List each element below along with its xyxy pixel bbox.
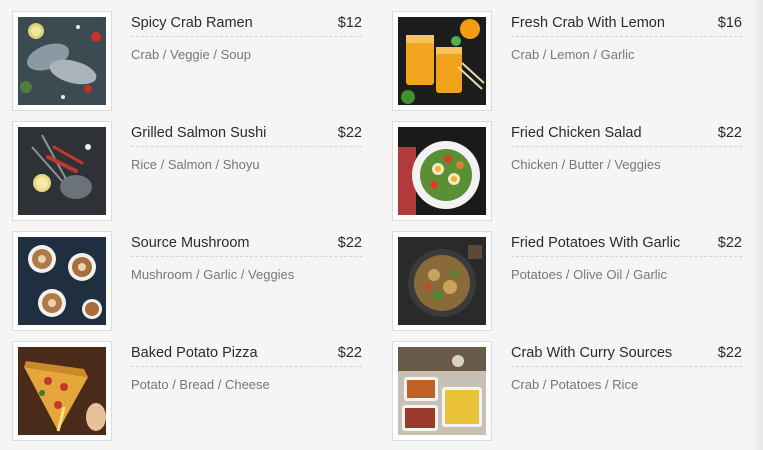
dashed-divider bbox=[511, 256, 742, 257]
dish-price: $22 bbox=[717, 125, 742, 141]
dish-ingredients: Rice / Salmon / Shoyu bbox=[131, 157, 260, 172]
dish-price: $16 bbox=[717, 15, 742, 31]
dish-title[interactable]: Fresh Crab With Lemon bbox=[511, 15, 665, 31]
fresh-crab-with-lemon-image bbox=[398, 17, 486, 105]
crab-with-curry-sources-image bbox=[398, 347, 486, 435]
dish-title[interactable]: Source Mushroom bbox=[131, 235, 249, 251]
menu-item-baked-potato-pizza[interactable]: Baked Potato Pizza $22 Potato / Bread / … bbox=[12, 341, 362, 441]
dashed-divider bbox=[131, 146, 362, 147]
dish-ingredients: Crab / Potatoes / Rice bbox=[511, 377, 639, 392]
dish-thumbnail[interactable] bbox=[392, 231, 492, 331]
menu-item-fried-chicken-salad[interactable]: Fried Chicken Salad $22 Chicken / Butter… bbox=[392, 121, 742, 221]
spicy-crab-ramen-image bbox=[18, 17, 106, 105]
dish-thumbnail[interactable] bbox=[392, 121, 492, 221]
dish-price: $22 bbox=[337, 125, 362, 141]
dashed-divider bbox=[131, 36, 362, 37]
dashed-divider bbox=[131, 366, 362, 367]
menu-item-grilled-salmon-sushi[interactable]: Grilled Salmon Sushi $22 Rice / Salmon /… bbox=[12, 121, 362, 221]
dish-price: $22 bbox=[717, 235, 742, 251]
dish-ingredients: Mushroom / Garlic / Veggies bbox=[131, 267, 295, 282]
dish-price: $22 bbox=[337, 345, 362, 361]
menu-item-crab-with-curry-sources[interactable]: Crab With Curry Sources $22 Crab / Potat… bbox=[392, 341, 742, 441]
fried-potatoes-with-garlic-image bbox=[398, 237, 486, 325]
source-mushroom-image bbox=[18, 237, 106, 325]
dish-price: $22 bbox=[717, 345, 742, 361]
dish-thumbnail[interactable] bbox=[12, 231, 112, 331]
dish-thumbnail[interactable] bbox=[12, 121, 112, 221]
dish-price: $22 bbox=[337, 235, 362, 251]
dish-ingredients: Potato / Bread / Cheese bbox=[131, 377, 270, 392]
dish-title[interactable]: Fried Potatoes With Garlic bbox=[511, 235, 680, 251]
dish-title[interactable]: Baked Potato Pizza bbox=[131, 345, 258, 361]
menu-item-fresh-crab-with-lemon[interactable]: Fresh Crab With Lemon $16 Crab / Lemon /… bbox=[392, 11, 742, 111]
fried-chicken-salad-image bbox=[398, 127, 486, 215]
dish-thumbnail[interactable] bbox=[392, 341, 492, 441]
menu-item-source-mushroom[interactable]: Source Mushroom $22 Mushroom / Garlic / … bbox=[12, 231, 362, 331]
menu-item-fried-potatoes-with-garlic[interactable]: Fried Potatoes With Garlic $22 Potatoes … bbox=[392, 231, 742, 331]
dish-title[interactable]: Fried Chicken Salad bbox=[511, 125, 642, 141]
dish-thumbnail[interactable] bbox=[12, 341, 112, 441]
dish-title[interactable]: Grilled Salmon Sushi bbox=[131, 125, 266, 141]
dish-thumbnail[interactable] bbox=[392, 11, 492, 111]
dashed-divider bbox=[511, 36, 742, 37]
dish-ingredients: Crab / Veggie / Soup bbox=[131, 47, 251, 62]
dish-thumbnail[interactable] bbox=[12, 11, 112, 111]
dish-title[interactable]: Spicy Crab Ramen bbox=[131, 15, 253, 31]
grilled-salmon-sushi-image bbox=[18, 127, 106, 215]
dashed-divider bbox=[511, 146, 742, 147]
dish-ingredients: Potatoes / Olive Oil / Garlic bbox=[511, 267, 668, 282]
dish-ingredients: Crab / Lemon / Garlic bbox=[511, 47, 635, 62]
dish-price: $12 bbox=[337, 15, 362, 31]
page-edge-shadow bbox=[749, 0, 763, 450]
dashed-divider bbox=[131, 256, 362, 257]
dashed-divider bbox=[511, 366, 742, 367]
menu-item-spicy-crab-ramen[interactable]: Spicy Crab Ramen $12 Crab / Veggie / Sou… bbox=[12, 11, 362, 111]
baked-potato-pizza-image bbox=[18, 347, 106, 435]
dish-title[interactable]: Crab With Curry Sources bbox=[511, 345, 672, 361]
dish-ingredients: Chicken / Butter / Veggies bbox=[511, 157, 661, 172]
